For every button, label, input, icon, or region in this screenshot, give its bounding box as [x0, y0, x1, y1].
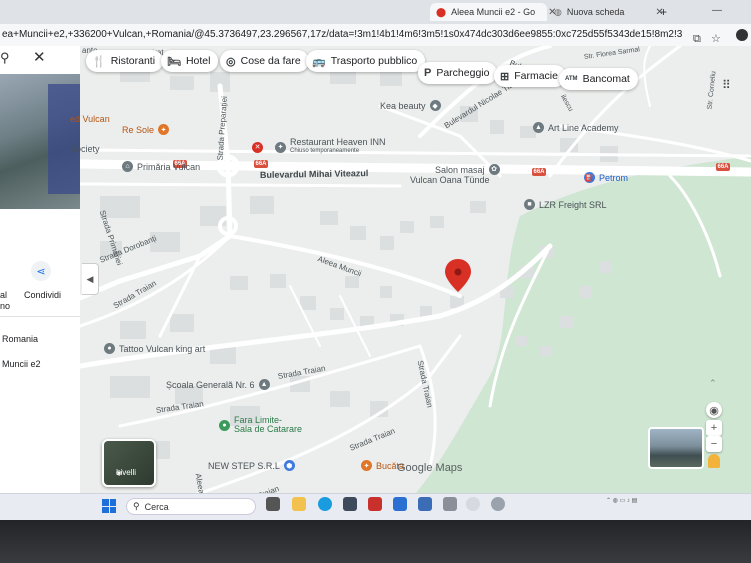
cursor-icon: ⌃ — [709, 378, 717, 388]
tab-label: Nuova scheda — [566, 7, 625, 17]
restaurant-icon: ✦ — [158, 124, 170, 135]
action-label-fragment: al — [0, 290, 8, 300]
poi-salon-masaj[interactable]: Salon masaj ✿ Vulcan Oana Tünde — [410, 164, 500, 185]
pegman-icon[interactable] — [708, 454, 720, 468]
closed-marker-icon: ✕ — [252, 141, 263, 153]
apps-grid-icon[interactable]: ⠿ — [722, 78, 731, 92]
poi-fragment[interactable]: Society — [70, 144, 100, 154]
chip-restaurants[interactable]: 🍴 Ristoranti — [86, 50, 164, 72]
street-view-thumbnail[interactable] — [648, 427, 704, 469]
chrome-icon[interactable] — [466, 497, 480, 511]
bus-icon: 🚌 — [312, 55, 326, 68]
file-explorer-icon[interactable] — [292, 497, 306, 511]
country-text: Romania — [2, 334, 39, 344]
parking-icon: P — [424, 67, 432, 79]
place-panel: ⚲ ✕ ⋖ Condividi al no Romania Muncii e2 — [0, 46, 81, 500]
crosshair-icon: ◉ — [709, 404, 719, 417]
school-icon: ▲ — [533, 122, 544, 133]
pharmacy-icon: ⊞ — [500, 70, 510, 83]
gas-station-icon: ⛽ — [584, 172, 595, 183]
globe-icon: ◍ — [554, 6, 562, 17]
street-label: Bulevardul Mihai Viteazul — [259, 168, 369, 180]
poi-tattoo[interactable]: ● Tattoo Vulcan king art — [104, 343, 205, 354]
zoom-out-button[interactable]: − — [706, 436, 722, 452]
app-icon[interactable] — [491, 497, 505, 511]
layers-button[interactable]: ◈ Livelli — [102, 439, 156, 487]
business-icon: ■ — [524, 199, 535, 210]
new-tab-icon[interactable]: + — [660, 5, 667, 19]
road-shield: 66A — [254, 160, 268, 168]
app-icon[interactable] — [443, 497, 457, 511]
app-icon[interactable] — [393, 497, 407, 511]
tab-maps[interactable]: ⬤ Aleea Muncii e2 - Go ✕ — [430, 3, 557, 21]
shopping-icon: ⬢ — [283, 460, 295, 471]
search-icon: ⚲ — [133, 501, 140, 511]
tab-bar: ⬤ Aleea Muncii e2 - Go ✕ ◍ Nuova scheda … — [0, 0, 751, 24]
share-icon[interactable]: ⋖ — [31, 261, 51, 281]
divider — [0, 316, 80, 317]
poi-art-line[interactable]: ▲ Art Line Academy — [533, 122, 619, 133]
poi-lzr-freight[interactable]: ■ LZR Freight SRL — [524, 199, 607, 210]
my-location-button[interactable]: ◉ — [706, 402, 722, 418]
camera-icon: ◎ — [226, 55, 236, 68]
zoom-in-button[interactable]: + — [706, 420, 722, 436]
share-button-label[interactable]: Condividi — [24, 290, 61, 300]
google-maps-watermark: Google Maps — [397, 462, 463, 474]
place-photo[interactable] — [0, 74, 80, 209]
bed-icon: 🛏 — [167, 55, 181, 68]
poi-primaria[interactable]: ⌂ Primăria Vulcan — [122, 161, 200, 172]
gym-icon: ● — [219, 419, 230, 431]
fork-knife-icon: 🍴 — [92, 55, 106, 68]
poi-kea-beauty[interactable]: Kea beauty ◆ — [380, 100, 441, 111]
minimize-icon[interactable]: — — [712, 5, 722, 16]
screen: ⬤ Aleea Muncii e2 - Go ✕ ◍ Nuova scheda … — [0, 0, 751, 520]
spa-icon: ✿ — [488, 164, 500, 175]
device-bezel — [0, 520, 751, 563]
city-hall-icon: ⌂ — [122, 161, 133, 172]
address-bar[interactable]: ea+Muncii+e2,+336200+Vulcan,+Romania/@45… — [0, 24, 751, 47]
chip-atm[interactable]: ATM Bancomat — [559, 68, 638, 90]
chevron-left-icon: ◀ — [86, 273, 94, 284]
poi-restaurant-heaven[interactable]: ✕ ✦ Restaurant Heaven INN Chiuso tempora… — [252, 138, 386, 156]
app-l-icon[interactable] — [368, 497, 382, 511]
action-label-fragment: no — [0, 301, 11, 311]
chip-parking[interactable]: P Parcheggio — [418, 62, 498, 84]
store-icon[interactable] — [343, 497, 357, 511]
chip-transit[interactable]: 🚌 Trasporto pubblico — [306, 50, 426, 72]
poi-new-step[interactable]: NEW STEP S.R.L ⬢ — [208, 460, 295, 471]
chip-hotel[interactable]: 🛏 Hotel — [161, 50, 219, 72]
chip-pharmacy[interactable]: ⊞ Farmacie — [494, 65, 566, 87]
url-text[interactable]: ea+Muncii+e2,+336200+Vulcan,+Romania/@45… — [2, 24, 682, 46]
taskbar-search[interactable]: ⚲ Cerca — [126, 498, 256, 515]
poi-re-sole[interactable]: Re Sole ✦ — [122, 124, 170, 135]
system-tray[interactable]: ⌃ ◍ ▭ ♪ ▤ — [606, 497, 637, 504]
shopping-bag-icon: ◆ — [429, 100, 441, 111]
store-icon: ● — [104, 343, 115, 354]
restaurant-icon: ✦ — [361, 460, 372, 471]
map-pin-icon: ⬤ — [436, 6, 447, 17]
school-icon: ▲ — [258, 379, 270, 390]
tab-new[interactable]: ◍ Nuova scheda ✕ — [548, 3, 670, 21]
poi-petrom[interactable]: ⛽ Petrom — [584, 172, 628, 183]
tab-label: Aleea Muncii e2 - Go — [451, 7, 536, 17]
atm-icon: ATM — [565, 76, 578, 82]
close-icon[interactable]: ✕ — [33, 48, 46, 66]
collapse-panel-button[interactable]: ◀ — [82, 263, 99, 295]
search-icon[interactable]: ⚲ — [0, 50, 10, 66]
edge-icon[interactable] — [318, 497, 332, 511]
windows-start-icon[interactable] — [102, 499, 116, 513]
poi-scoala[interactable]: Școala Generală Nr. 6 ▲ — [166, 379, 270, 390]
app-icon[interactable] — [418, 497, 432, 511]
poi-fragment[interactable]: ed Vulcan — [70, 114, 110, 124]
road-shield: 66A — [532, 168, 546, 176]
poi-fara-limite[interactable]: ● Fara Limite- Sala de Catarare — [219, 416, 302, 434]
chip-things-to-do[interactable]: ◎ Cose da fare — [220, 50, 309, 72]
address-text: Muncii e2 — [2, 359, 41, 369]
task-view-icon[interactable] — [266, 497, 280, 511]
road-shield: 66A — [716, 163, 730, 171]
restaurant-icon: ✦ — [275, 141, 286, 153]
profile-avatar[interactable] — [736, 29, 748, 41]
